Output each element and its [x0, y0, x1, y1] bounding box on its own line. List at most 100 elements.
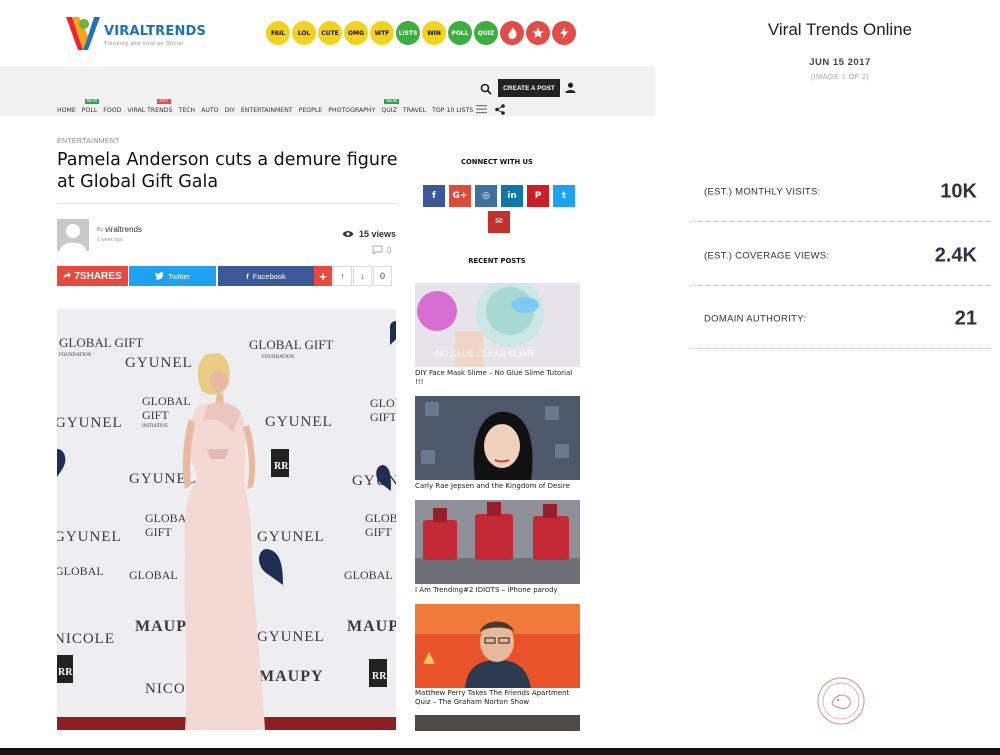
post-thumbnail[interactable]: [415, 604, 580, 688]
article-category[interactable]: ENTERTAINMENT: [57, 138, 120, 145]
menu-item-poll[interactable]: NEW POLL: [81, 99, 100, 114]
capture-date: JUN 15 2017: [809, 57, 871, 68]
downvote-button[interactable]: ↓: [353, 266, 372, 286]
author-name[interactable]: viraltrends: [105, 225, 142, 234]
post-thumbnail[interactable]: [415, 500, 580, 584]
backdrop-brand-text: GIFT: [370, 410, 396, 424]
post-thumbnail-partial[interactable]: [415, 715, 580, 731]
hamburger-icon[interactable]: [476, 104, 487, 114]
badge-bolt[interactable]: [552, 21, 576, 45]
menu-label: QUIZ: [381, 107, 397, 114]
comment-count[interactable]: 0: [372, 245, 391, 255]
article-title: Pamela Anderson cuts a demure figure at …: [57, 150, 398, 192]
recent-post-title[interactable]: I Am Trending#2 IDIOTS – iPhone parody: [415, 586, 581, 595]
badge-omg[interactable]: OMG: [344, 21, 368, 45]
badge-poll[interactable]: POLL: [448, 21, 472, 45]
comments-label: 0: [387, 245, 392, 255]
more-share-button[interactable]: +: [314, 266, 332, 286]
badge-quiz[interactable]: QUIZ: [474, 21, 498, 45]
backdrop-brand-text: GIFT: [145, 525, 172, 539]
menu-item-auto[interactable]: AUTO: [201, 107, 218, 114]
twitter-share-button[interactable]: Twitter: [129, 266, 216, 286]
share-bar: 7SHARES Twitter f Facebook + ↑ ↓ 0: [57, 266, 392, 286]
pinterest-icon[interactable]: P: [527, 185, 549, 207]
menu-item-food[interactable]: FOOD: [103, 107, 121, 114]
badge-wtf[interactable]: WTF: [370, 21, 394, 45]
badge-win[interactable]: WIN: [422, 21, 446, 45]
page: VIRALTRENDS Trending and Viral on Social…: [0, 0, 1000, 755]
backdrop-brand-text: GIFT: [142, 408, 169, 422]
google-plus-icon[interactable]: G+: [449, 185, 471, 207]
user-icon[interactable]: [565, 82, 576, 93]
hot-tag: HOT: [157, 99, 172, 104]
menu-item-home[interactable]: HOME: [57, 107, 76, 114]
backdrop-brand-text: GLOBAL: [57, 564, 104, 578]
backdrop-brand-text: FOUNDATION: [262, 355, 295, 360]
menu-item-top-10-lists[interactable]: TOP 10 LISTS: [432, 107, 473, 114]
backdrop-brand-text: GYUNEL: [257, 629, 325, 645]
badge-star[interactable]: [526, 21, 550, 45]
backdrop-brand-text: GLOBAL: [344, 568, 393, 582]
facebook-label: Facebook: [252, 271, 286, 281]
backdrop-brand-text: GLOBAL: [129, 568, 178, 582]
search-icon[interactable]: [480, 83, 492, 95]
bolt-icon: [560, 27, 568, 39]
create-post-button[interactable]: CREATE A POST: [498, 79, 560, 97]
backdrop-brand-text: GLOBAL: [365, 511, 396, 525]
recent-post-title[interactable]: Carly Rae Jepsen and the Kingdom of Desi…: [415, 482, 581, 491]
menu-item-people[interactable]: PEOPLE: [299, 107, 323, 114]
backdrop-brand-text: GYUNEL: [125, 355, 193, 371]
linkedin-icon[interactable]: in: [501, 185, 523, 207]
category-badges: FAIL LOL CUTE OMG WTF LISTS WIN POLL QUI…: [266, 21, 576, 47]
badge-fire[interactable]: [500, 21, 524, 45]
facebook-f-icon: f: [246, 271, 249, 281]
thumb-overlay-text: NO GLUE CLEAR SLIME: [435, 349, 536, 359]
backdrop-brand-text: MAUPY: [347, 618, 396, 635]
recent-post-title[interactable]: DIY Face Mask Slime – No Glue Slime Tuto…: [415, 369, 581, 387]
share-count: 7SHARES: [57, 266, 128, 286]
facebook-icon[interactable]: f: [423, 185, 445, 207]
site-logo[interactable]: VIRALTRENDS Trending and Viral on Social: [64, 14, 214, 54]
upvote-button[interactable]: ↑: [333, 266, 352, 286]
share-icon[interactable]: [495, 104, 505, 115]
recent-post-title[interactable]: Matthew Perry Takes The Friends Apartmen…: [415, 689, 581, 707]
instagram-icon[interactable]: ◎: [475, 185, 497, 207]
menu-item-quiz[interactable]: NEW QUIZ: [381, 99, 400, 114]
post-thumbnail[interactable]: NO GLUE CLEAR SLIME: [415, 283, 580, 367]
stat-domain-authority: DOMAIN AUTHORITY: 21: [690, 289, 992, 349]
article-hero-image[interactable]: GLOBAL GIFT FOUNDATION GYUNEL GLOBAL GIF…: [57, 309, 396, 730]
backdrop-brand-text: GLOBAL: [370, 396, 396, 410]
badge-cute[interactable]: CUTE: [318, 21, 342, 45]
menu-item-viral-trends[interactable]: HOT VIRAL TRENDS: [127, 99, 172, 114]
twitter-label: Twitter: [167, 271, 191, 281]
vote-score: 0: [373, 266, 392, 286]
site-title: Viral Trends Online: [767, 20, 913, 39]
post-thumbnail[interactable]: [415, 396, 580, 480]
backdrop-brand-text: INITIATIVE: [142, 424, 168, 429]
menu-item-diy[interactable]: DIY: [225, 107, 235, 114]
backdrop-brand-text: GYUNEL: [257, 529, 325, 545]
backdrop-brand-text: MAUPY: [259, 668, 324, 685]
stat-label: DOMAIN AUTHORITY:: [704, 313, 807, 324]
connect-heading: CONNECT WITH US: [461, 158, 533, 166]
email-icon[interactable]: ✉: [488, 211, 510, 233]
post-time: 1 week ago: [97, 237, 123, 243]
backdrop-brand-text: GLOBAL: [142, 394, 191, 408]
facebook-share-button[interactable]: f Facebook: [218, 266, 314, 286]
avatar[interactable]: [57, 219, 89, 251]
menu-label: POLL: [81, 107, 98, 114]
menu-item-tech[interactable]: TECH: [178, 107, 195, 114]
menu-item-entertainment[interactable]: ENTERTAINMENT: [241, 107, 293, 114]
stat-coverage-views: (EST.) COVERAGE VIEWS: 2.4K: [690, 226, 992, 286]
menu-item-travel[interactable]: TRAVEL: [403, 107, 426, 114]
svg-text:RR: RR: [274, 461, 289, 472]
twitter-icon[interactable]: t: [553, 185, 575, 207]
backdrop-brand-text: GIFT: [365, 525, 392, 539]
star-icon: [532, 27, 544, 38]
logo-text: VIRALTRENDS: [104, 24, 207, 39]
twitter-bird-icon: [154, 272, 164, 280]
menu-item-photography[interactable]: PHOTOGRAPHY: [328, 107, 375, 114]
badge-fail[interactable]: FAIL: [266, 21, 290, 45]
badge-lol[interactable]: LOL: [292, 21, 316, 45]
badge-lists[interactable]: LISTS: [396, 21, 420, 45]
